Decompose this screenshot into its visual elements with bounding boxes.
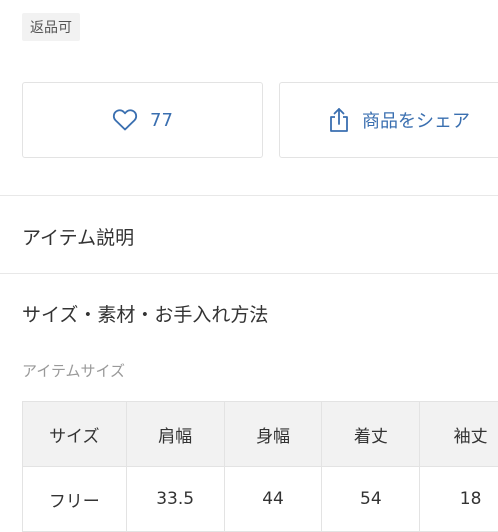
size-table-cell: 18 [420,467,498,532]
returnable-badge-label: 返品可 [30,17,72,37]
size-table: サイズ 肩幅 身幅 着丈 袖丈 フリー 33.5 44 54 18 [22,401,498,532]
item-size-label: アイテムサイズ [22,360,125,381]
size-material-care-title: サイズ・素材・お手入れ方法 [22,304,268,326]
share-label: 商品をシェア [362,107,470,133]
item-description-title: アイテム説明 [22,227,134,249]
share-icon [328,107,350,133]
size-table-header: サイズ [23,402,127,467]
size-table-header-row: サイズ 肩幅 身幅 着丈 袖丈 [23,402,498,467]
size-material-care-heading: サイズ・素材・お手入れ方法 [22,300,268,327]
size-table-cell: 54 [322,467,420,532]
divider [0,195,498,196]
divider [0,273,498,274]
size-table-cell: フリー [23,467,127,532]
size-table-header: 着丈 [322,402,420,467]
size-table-header: 肩幅 [126,402,224,467]
size-table-header: 袖丈 [420,402,498,467]
size-table-header: 身幅 [224,402,322,467]
returnable-badge: 返品可 [22,13,80,41]
like-button[interactable]: 77 [22,82,263,158]
size-table-cell: 44 [224,467,322,532]
item-description-toggle[interactable]: アイテム説明 [22,223,134,250]
size-table-cell: 33.5 [126,467,224,532]
table-row: フリー 33.5 44 54 18 [23,467,498,532]
heart-icon [112,108,138,132]
share-button[interactable]: 商品をシェア [279,82,498,158]
like-count: 77 [150,110,173,131]
